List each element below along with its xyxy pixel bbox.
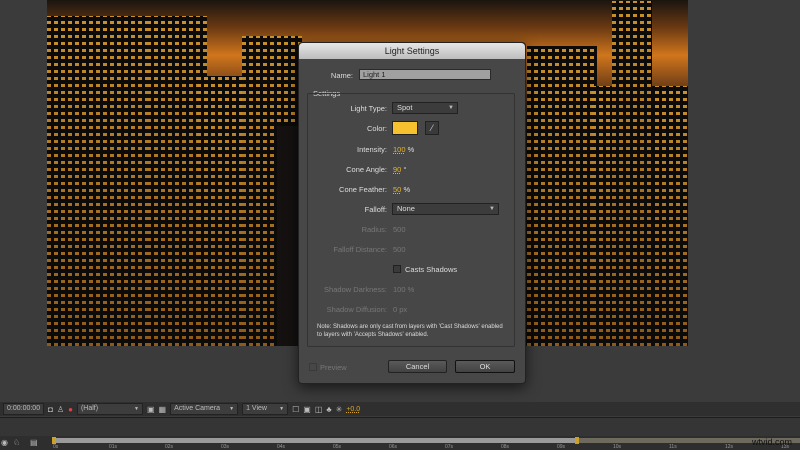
light-settings-dialog: Light Settings Name: Light 1 Settings Li… <box>298 42 526 384</box>
timeline-tick: 0s <box>53 444 59 450</box>
shadow-darkness-value: 100 % <box>393 285 415 294</box>
timeline-tick: 07s <box>445 444 454 450</box>
fast-previews-icon[interactable]: ▣ <box>303 405 311 414</box>
channel-icon[interactable]: ● <box>68 405 73 414</box>
timeline-panel-header <box>0 417 800 437</box>
shadow-diffusion-value: 0 px <box>393 305 408 314</box>
work-area-start-handle[interactable] <box>52 437 56 444</box>
chevron-down-icon: ▼ <box>134 406 139 412</box>
timeline-icon[interactable]: ◫ <box>315 405 323 414</box>
timecode-field[interactable]: 0:00:00:00 <box>3 403 45 415</box>
light-type-value: Spot <box>397 103 413 112</box>
viewer-toolbar: 0:00:00:00 ◘ ♙ ● (Half) ▼ ▣ ▦ Active Came… <box>0 402 800 416</box>
casts-shadows-label: Casts Shadows <box>405 265 458 274</box>
transparency-grid-icon[interactable]: ▦ <box>159 405 167 414</box>
dialog-title: Light Settings <box>299 43 525 59</box>
timeline-tick: 05s <box>333 444 342 450</box>
region-of-interest-icon[interactable]: ▣ <box>147 405 155 414</box>
falloff-distance-value: 500 <box>393 245 406 254</box>
work-area-range[interactable] <box>53 438 577 443</box>
view-layout-value: 1 View <box>246 405 267 412</box>
timeline-tick: 06s <box>389 444 398 450</box>
timeline-tick: 01s <box>109 444 118 450</box>
timeline-tick: 09s <box>557 444 566 450</box>
radius-label: Radius: <box>361 225 387 234</box>
composition-icon[interactable]: ▤ <box>30 438 38 447</box>
resolution-select[interactable]: (Half) ▼ <box>76 403 143 415</box>
chevron-down-icon: ▼ <box>229 406 235 412</box>
pixel-aspect-icon[interactable]: ☐ <box>292 405 299 414</box>
cone-feather-unit: % <box>403 185 411 194</box>
cone-feather-value[interactable]: 50 <box>393 185 401 194</box>
camera-view-value: Active Camera <box>174 405 220 412</box>
lock-icon[interactable]: ♘ <box>13 438 20 447</box>
cancel-button[interactable]: Cancel <box>388 360 447 373</box>
video-toggle-icon[interactable]: ◉ <box>1 438 8 447</box>
timeline-tick: 02s <box>165 444 174 450</box>
timeline-tick: 11s <box>669 444 677 450</box>
light-type-label: Light Type: <box>350 104 387 113</box>
timeline-tick: 08s <box>501 444 510 450</box>
name-input[interactable]: Light 1 <box>359 69 491 80</box>
flowchart-icon[interactable]: ♣ <box>326 405 331 414</box>
falloff-distance-label: Falloff Distance: <box>333 245 387 254</box>
cone-angle-unit: ° <box>403 165 407 174</box>
chevron-down-icon: ▼ <box>279 406 285 412</box>
timeline-tick: 03s <box>221 444 230 450</box>
preview-label: Preview <box>320 363 347 372</box>
ok-button[interactable]: OK <box>455 360 515 373</box>
camera-view-select[interactable]: Active Camera ▼ <box>170 403 239 415</box>
camera-snapshot-icon[interactable]: ◘ <box>48 405 53 414</box>
cone-feather-label: Cone Feather: <box>339 185 387 194</box>
color-swatch[interactable] <box>392 121 418 135</box>
intensity-value[interactable]: 100 <box>393 145 406 154</box>
falloff-select[interactable]: None ▼ <box>392 203 499 215</box>
exposure-icon[interactable]: ✳ <box>336 405 343 414</box>
resolution-value: (Half) <box>80 405 99 412</box>
radius-value: 500 <box>393 225 406 234</box>
show-snapshot-icon[interactable]: ♙ <box>57 405 64 414</box>
cone-angle-label: Cone Angle: <box>346 165 387 174</box>
watermark: wtvid.com <box>751 437 792 447</box>
view-layout-select[interactable]: 1 View ▼ <box>242 403 289 415</box>
falloff-value: None <box>397 204 415 213</box>
shadow-darkness-label: Shadow Darkness: <box>324 285 387 294</box>
work-area-end-handle[interactable] <box>575 437 579 444</box>
timeline-tick: 04s <box>277 444 286 450</box>
preview-checkbox[interactable] <box>309 363 317 371</box>
chevron-down-icon: ▼ <box>448 105 454 111</box>
falloff-label: Falloff: <box>364 205 387 214</box>
timeline-tick: 12s <box>725 444 734 450</box>
intensity-label: Intensity: <box>356 145 387 154</box>
eyedropper-icon[interactable]: ⁄ <box>425 121 439 135</box>
timeline-tick: 10s <box>613 444 622 450</box>
chevron-down-icon: ▼ <box>489 206 495 212</box>
casts-shadows-checkbox[interactable] <box>393 265 401 273</box>
light-type-select[interactable]: Spot ▼ <box>392 102 458 114</box>
timeline-ruler[interactable]: ◉ ♘ ▤ 0s 01s 02s 03s 04s 05s 06s 07s 08s 09s 10s 11… <box>0 436 800 450</box>
name-label: Name: <box>330 71 353 80</box>
shadow-diffusion-label: Shadow Diffusion: <box>326 305 387 314</box>
intensity-unit: % <box>407 145 415 154</box>
shadow-note: Note: Shadows are only cast from layers … <box>317 324 503 338</box>
cone-angle-value[interactable]: 90 <box>393 165 401 174</box>
color-label: Color: <box>366 124 387 133</box>
work-area-bar[interactable] <box>52 437 800 444</box>
exposure-value[interactable]: +0.0 <box>346 406 360 413</box>
